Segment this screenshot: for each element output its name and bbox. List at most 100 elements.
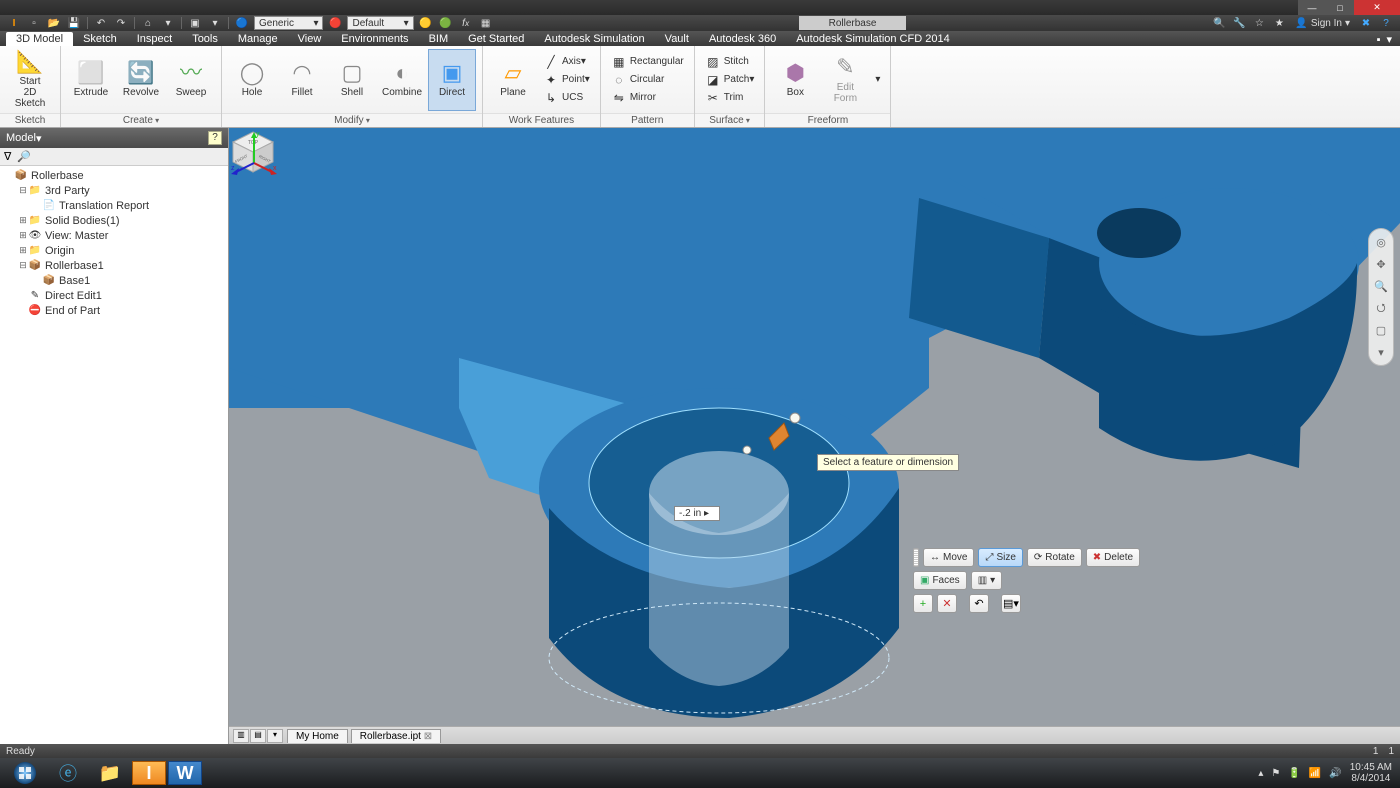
edit-form-button[interactable]: ✎EditForm bbox=[821, 49, 869, 111]
tab-environments[interactable]: Environments bbox=[331, 32, 418, 46]
tree-item[interactable]: ⊞👁View: Master bbox=[0, 228, 228, 243]
direct-button[interactable]: ▣Direct bbox=[428, 49, 476, 111]
redo-icon[interactable]: ↷ bbox=[112, 16, 130, 30]
tab-autodesk-360[interactable]: Autodesk 360 bbox=[699, 32, 786, 46]
adjust-icon[interactable]: 🟡 bbox=[417, 16, 435, 30]
home-icon[interactable]: ⌂ bbox=[139, 16, 157, 30]
settings-icon[interactable]: ▦ bbox=[477, 16, 495, 30]
star-icon[interactable]: ☆ bbox=[1250, 16, 1268, 30]
group-label[interactable]: Modify bbox=[222, 113, 482, 127]
exchange-icon[interactable]: ✖ bbox=[1357, 16, 1375, 30]
axis-button[interactable]: ╱Axis ▾ bbox=[539, 53, 594, 71]
start-2d-sketch-button[interactable]: 📐Start2D Sketch bbox=[6, 49, 54, 111]
extrude-button[interactable]: ⬜Extrude bbox=[67, 49, 115, 111]
document-tab[interactable]: Rollerbase.ipt ⊠ bbox=[351, 729, 441, 743]
key-icon[interactable]: 🔧 bbox=[1230, 16, 1248, 30]
lookat-icon[interactable]: ▢ bbox=[1372, 321, 1390, 339]
tab-inspect[interactable]: Inspect bbox=[127, 32, 182, 46]
combine-button[interactable]: ◐Combine bbox=[378, 49, 426, 111]
tab-view[interactable]: View bbox=[288, 32, 332, 46]
tree-item[interactable]: ✎Direct Edit1 bbox=[0, 288, 228, 303]
add-button[interactable]: + bbox=[913, 594, 933, 613]
panel-help-icon[interactable]: ? bbox=[208, 131, 222, 145]
ribbon-appearance-icon[interactable]: ▪ bbox=[1377, 34, 1381, 46]
save-icon[interactable]: 💾 bbox=[65, 16, 83, 30]
sweep-button[interactable]: 〰Sweep bbox=[167, 49, 215, 111]
circular-pattern-button[interactable]: ◌Circular bbox=[607, 71, 688, 89]
freeform-expand-icon[interactable]: ▾ bbox=[871, 71, 884, 89]
tab-manage[interactable]: Manage bbox=[228, 32, 288, 46]
orbit-icon[interactable]: ⭯ bbox=[1372, 299, 1390, 317]
faces-button[interactable]: ▣Faces bbox=[913, 571, 967, 590]
find-icon[interactable]: 🔎 bbox=[17, 150, 31, 163]
tab-autodesk-simulation[interactable]: Autodesk Simulation bbox=[534, 32, 654, 46]
appearance-icon[interactable]: 🔴 bbox=[326, 16, 344, 30]
filter-dropdown[interactable]: ▥▾ bbox=[971, 571, 1002, 590]
patch-button[interactable]: ◪Patch ▾ bbox=[701, 71, 759, 89]
viewport-3d[interactable]: – □ x bbox=[229, 128, 1400, 744]
tree-item[interactable]: ⊞📁Origin bbox=[0, 243, 228, 258]
ucs-button[interactable]: ↳UCS bbox=[539, 89, 594, 107]
pan-icon[interactable]: ✥ bbox=[1372, 255, 1390, 273]
model-browser-header[interactable]: Model ▾ ? bbox=[0, 128, 228, 148]
fx-icon[interactable]: fx bbox=[457, 16, 475, 30]
tree-item[interactable]: 📦Base1 bbox=[0, 273, 228, 288]
window-maximize-button[interactable]: □ bbox=[1326, 0, 1354, 15]
undo-step-button[interactable]: ↶ bbox=[969, 594, 989, 613]
nav-more-icon[interactable]: ▾ bbox=[1372, 343, 1390, 361]
tray-expand-icon[interactable]: ▴ bbox=[1258, 768, 1263, 779]
fillet-button[interactable]: ◠Fillet bbox=[278, 49, 326, 111]
my-home-tab[interactable]: My Home bbox=[287, 729, 348, 743]
tab-get-started[interactable]: Get Started bbox=[458, 32, 534, 46]
clear-icon[interactable]: 🟢 bbox=[437, 16, 455, 30]
rotate-button[interactable]: ⟳Rotate bbox=[1027, 548, 1082, 567]
delete-button[interactable]: ✖Delete bbox=[1086, 548, 1140, 567]
cascade-icon[interactable]: ▾ bbox=[267, 729, 283, 743]
select-icon[interactable]: ▣ bbox=[186, 16, 204, 30]
dropdown-icon[interactable]: ▾ bbox=[159, 16, 177, 30]
taskbar-inventor-icon[interactable]: I bbox=[132, 761, 166, 785]
group-label[interactable]: Create bbox=[61, 113, 221, 127]
tab-vault[interactable]: Vault bbox=[655, 32, 699, 46]
tree-item[interactable]: ⊟📦Rollerbase1 bbox=[0, 258, 228, 273]
undo-icon[interactable]: ↶ bbox=[92, 16, 110, 30]
steering-wheel-icon[interactable]: ◎ bbox=[1372, 233, 1390, 251]
open-icon[interactable]: 📂 bbox=[45, 16, 63, 30]
trim-button[interactable]: ✂Trim bbox=[701, 89, 759, 107]
tree-item[interactable]: ⛔End of Part bbox=[0, 303, 228, 318]
tile-h-icon[interactable]: ▥ bbox=[233, 729, 249, 743]
taskbar-ie-icon[interactable]: ⓔ bbox=[48, 760, 88, 786]
tile-v-icon[interactable]: ▤ bbox=[250, 729, 266, 743]
tray-network-icon[interactable]: 📶 bbox=[1309, 768, 1321, 779]
group-label[interactable]: Surface bbox=[695, 113, 765, 127]
close-tab-icon[interactable]: ⊠ bbox=[424, 731, 432, 742]
dimension-input[interactable]: -.2 in ▸ bbox=[674, 506, 720, 521]
options-button[interactable]: ▤▾ bbox=[1001, 594, 1021, 613]
mirror-button[interactable]: ⇋Mirror bbox=[607, 89, 688, 107]
cancel-button[interactable]: ✕ bbox=[937, 594, 957, 613]
dropdown-icon[interactable]: ▾ bbox=[206, 16, 224, 30]
app-menu-button[interactable]: I bbox=[5, 16, 23, 30]
window-close-button[interactable]: ✕ bbox=[1354, 0, 1400, 15]
revolve-button[interactable]: 🔄Revolve bbox=[117, 49, 165, 111]
tab-sketch[interactable]: Sketch bbox=[73, 32, 127, 46]
tree-item[interactable]: 📦Rollerbase bbox=[0, 168, 228, 183]
tree-item[interactable]: 📄Translation Report bbox=[0, 198, 228, 213]
tab-simulation-cfd[interactable]: Autodesk Simulation CFD 2014 bbox=[786, 32, 959, 46]
point-button[interactable]: ✦Point ▾ bbox=[539, 71, 594, 89]
signin-button[interactable]: 👤 Sign In ▾ bbox=[1295, 18, 1350, 29]
tray-flag-icon[interactable]: ⚑ bbox=[1271, 768, 1280, 779]
start-button[interactable] bbox=[4, 760, 46, 786]
material-combo[interactable]: Generic ▾ bbox=[254, 16, 323, 30]
tree-item[interactable]: ⊟📁3rd Party bbox=[0, 183, 228, 198]
box-button[interactable]: ⬢Box bbox=[771, 49, 819, 111]
taskbar-explorer-icon[interactable]: 📁 bbox=[90, 760, 130, 786]
taskbar-clock[interactable]: 10:45 AM 8/4/2014 bbox=[1350, 762, 1392, 784]
tray-power-icon[interactable]: 🔋 bbox=[1288, 768, 1300, 779]
shell-button[interactable]: ▢Shell bbox=[328, 49, 376, 111]
appearance-combo[interactable]: Default ▾ bbox=[347, 16, 413, 30]
ribbon-minimize-icon[interactable]: ▾ bbox=[1386, 33, 1392, 46]
new-icon[interactable]: ▫ bbox=[25, 16, 43, 30]
tab-3d-model[interactable]: 3D Model bbox=[6, 32, 73, 46]
window-minimize-button[interactable]: — bbox=[1298, 0, 1326, 15]
